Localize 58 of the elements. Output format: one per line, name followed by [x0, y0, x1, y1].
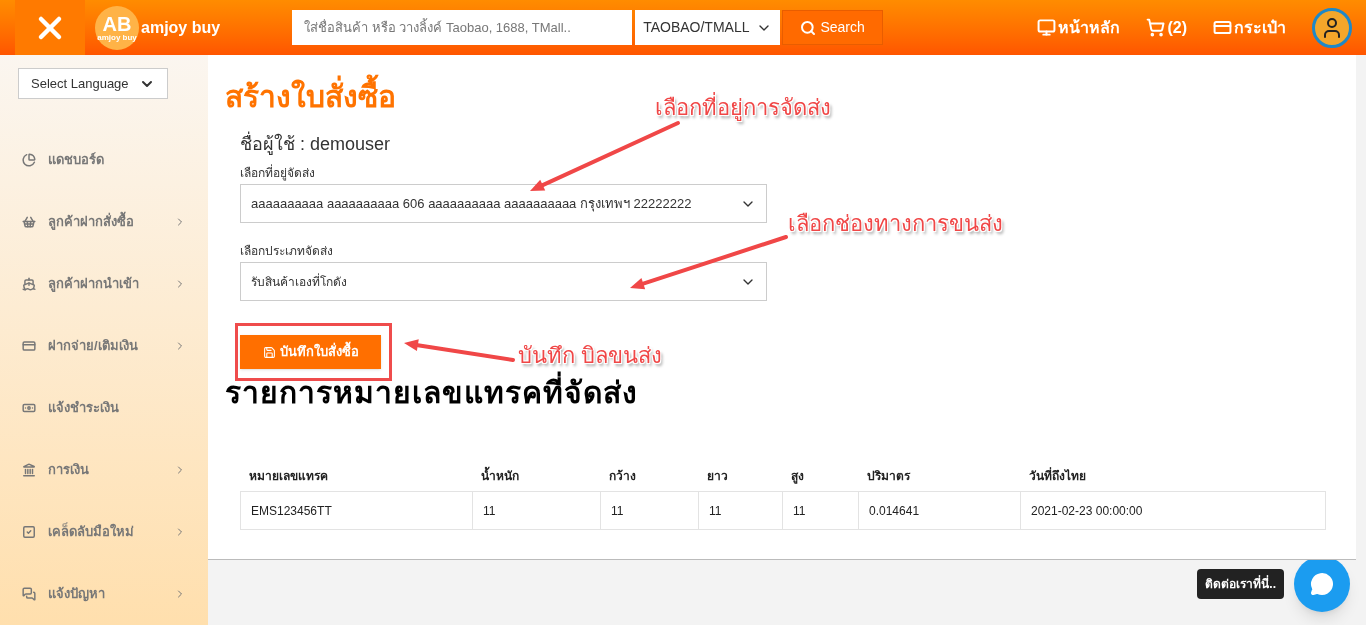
table-cell: 11 — [473, 492, 601, 529]
callout-text: เลือกช่องทางการขนส่ง — [788, 210, 1003, 238]
logo-subtitle: amjoy buy — [97, 33, 137, 42]
chat-icon — [1310, 572, 1334, 596]
sidebar-item[interactable]: แดชบอร์ด — [0, 129, 208, 191]
column-header: ปริมาตร — [866, 468, 912, 485]
ship-icon — [22, 277, 36, 291]
monitor-icon — [1037, 18, 1057, 37]
callout-text: บันทึก บิลขนส่ง — [518, 342, 663, 370]
column-header: กว้าง — [608, 468, 637, 485]
table-cell: 11 — [699, 492, 783, 529]
table-cell-text: 2021-02-23 00:00:00 — [1030, 502, 1144, 520]
nav-link[interactable]: หน้าหลัก — [1037, 15, 1121, 40]
banknote-icon — [22, 401, 36, 415]
sidebar-item[interactable]: เคล็ดลับมือใหม่ — [0, 501, 208, 563]
card-icon — [1213, 18, 1232, 37]
sidebar-item[interactable]: การเงิน — [0, 439, 208, 501]
cart-icon — [1146, 18, 1166, 37]
username-text: ชื่อผู้ใช้ : demouser — [240, 131, 1356, 158]
close-button[interactable] — [15, 0, 85, 55]
field-label: เลือกที่อยู่จัดส่ง — [240, 164, 316, 182]
table-cell: 11 — [783, 492, 859, 529]
column-header: วันที่ถึงไทย — [1028, 467, 1087, 485]
checkbox-icon — [22, 525, 36, 539]
field-label: เลือกประเภทจัดส่ง — [240, 243, 334, 260]
table-cell: 0.014641 — [859, 492, 1021, 529]
search-field[interactable]: ใส่ชื่อสินค้า หรือ วางลิ้งค์ Taobao, 1688, TMall.. — [292, 10, 633, 45]
chat-icon — [22, 587, 36, 601]
bank-icon — [22, 463, 36, 477]
search-button[interactable]: Search — [782, 10, 884, 45]
sidebar-item[interactable]: ลูกค้าฝากสั่งซื้อ — [0, 191, 208, 253]
pie-chart-icon — [22, 153, 36, 167]
source-select[interactable]: TAOBAO/TMALL — [635, 10, 781, 45]
column-header: ยาว — [706, 468, 729, 485]
column-header: หมายเลขแทรค — [248, 468, 329, 485]
sidebar-item[interactable]: ลูกค้าฝากนำเข้า — [0, 253, 208, 315]
sidebar-item[interactable]: ฝากจ่าย/เติมเงิน — [0, 315, 208, 377]
sidebar-item[interactable]: แจ้งชำระเงิน — [0, 377, 208, 439]
sidebar-item[interactable]: แจ้งปัญหา — [0, 563, 208, 625]
column-header: น้ำหนัก — [472, 467, 600, 485]
shipping-select[interactable]: รับสินค้าเองที่โกดัง — [240, 262, 767, 301]
search-icon — [800, 19, 817, 36]
logo-mark: AB — [102, 13, 132, 34]
nav-link[interactable]: กระเป๋า — [1213, 15, 1286, 40]
logo-name: amjoy buy — [141, 17, 221, 38]
language-select[interactable]: Select Language — [18, 68, 168, 99]
table-cell: 11 — [601, 492, 699, 529]
page-title: สร้างใบสั่งซื้อ — [225, 75, 396, 119]
avatar[interactable] — [1312, 7, 1352, 48]
save-button[interactable]: บันทึกใบสั่งซื้อ — [240, 335, 381, 369]
card-icon — [22, 339, 36, 353]
address-select[interactable]: aaaaaaaaaa aaaaaaaaaa 606 aaaaaaaaaa aaaaaaaaaa กรุงเทพฯ 22222222 — [240, 184, 767, 223]
basket-icon — [22, 215, 36, 229]
contact-tooltip: ติดต่อเราที่นี่.. — [1197, 569, 1284, 599]
callout-text: เลือกที่อยู่การจัดส่ง — [655, 91, 831, 124]
column-header: สูง — [790, 468, 805, 485]
nav-link[interactable]: (2) — [1146, 15, 1187, 40]
table-cell: EMS123456TT — [241, 492, 473, 529]
